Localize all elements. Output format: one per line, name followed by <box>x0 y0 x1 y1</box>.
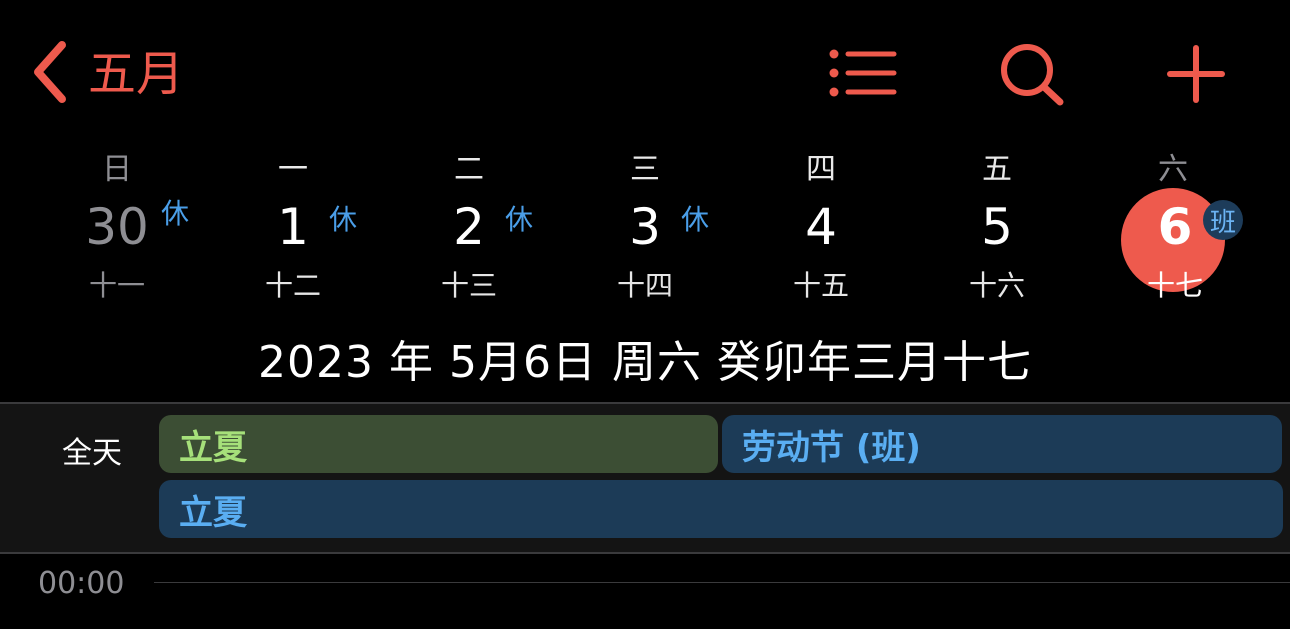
day-cell[interactable]: 3 十四 休 <box>585 192 709 302</box>
holiday-badge: 休 <box>329 203 358 236</box>
weekday-thu: 四 <box>806 152 836 187</box>
day-number: 30 <box>85 198 149 256</box>
lunar-date: 十五 <box>792 269 849 302</box>
lunar-date: 十六 <box>968 269 1025 302</box>
day-cell[interactable]: 4 十五 <box>761 192 881 302</box>
all-day-event[interactable]: 立夏 <box>159 480 1283 538</box>
holiday-badge: 休 <box>505 203 534 236</box>
day-cell[interactable]: 2 十三 休 <box>409 192 533 302</box>
all-day-event[interactable]: 立夏 <box>159 415 718 473</box>
all-day-label: 全天 <box>62 436 122 471</box>
lunar-date: 十二 <box>264 269 321 302</box>
holiday-badge: 休 <box>161 197 190 230</box>
list-icon[interactable] <box>826 46 898 104</box>
day-cell[interactable]: 5 十六 <box>937 192 1057 302</box>
weekday-fri: 五 <box>982 152 1012 187</box>
weekday-mon: 一 <box>278 152 308 187</box>
day-number: 4 <box>805 198 837 256</box>
lunar-date: 十七 <box>1146 269 1203 302</box>
day-number: 5 <box>981 198 1013 256</box>
day-cell[interactable]: 1 十二 休 <box>233 192 357 302</box>
holiday-badge: 休 <box>681 203 710 236</box>
day-cell[interactable]: 30 十一 休 <box>57 192 189 302</box>
hour-label: 00:00 <box>38 566 125 601</box>
weekday-sat: 六 <box>1158 152 1188 187</box>
lunar-date: 十一 <box>88 269 145 302</box>
lunar-date: 十四 <box>616 269 673 302</box>
weekday-wed: 三 <box>630 152 660 187</box>
all-day-event[interactable]: 劳动节 (班) <box>722 415 1282 473</box>
lunar-date: 十三 <box>440 269 497 302</box>
back-button[interactable]: 五月 <box>30 36 184 112</box>
workday-badge: 班 <box>1203 200 1243 240</box>
weekday-sun: 日 <box>102 152 132 187</box>
hour-divider <box>154 582 1290 583</box>
selected-date-title: 2023 年 5月6日 周六 癸卯年三月十七 <box>258 337 1032 388</box>
search-icon[interactable] <box>998 42 1068 112</box>
day-cell-selected[interactable]: 6 十七 班 <box>1115 188 1243 302</box>
plus-icon[interactable] <box>1166 44 1226 108</box>
weekday-tue: 二 <box>454 152 484 187</box>
back-label: 五月 <box>88 46 185 102</box>
chevron-left-icon <box>30 39 70 109</box>
